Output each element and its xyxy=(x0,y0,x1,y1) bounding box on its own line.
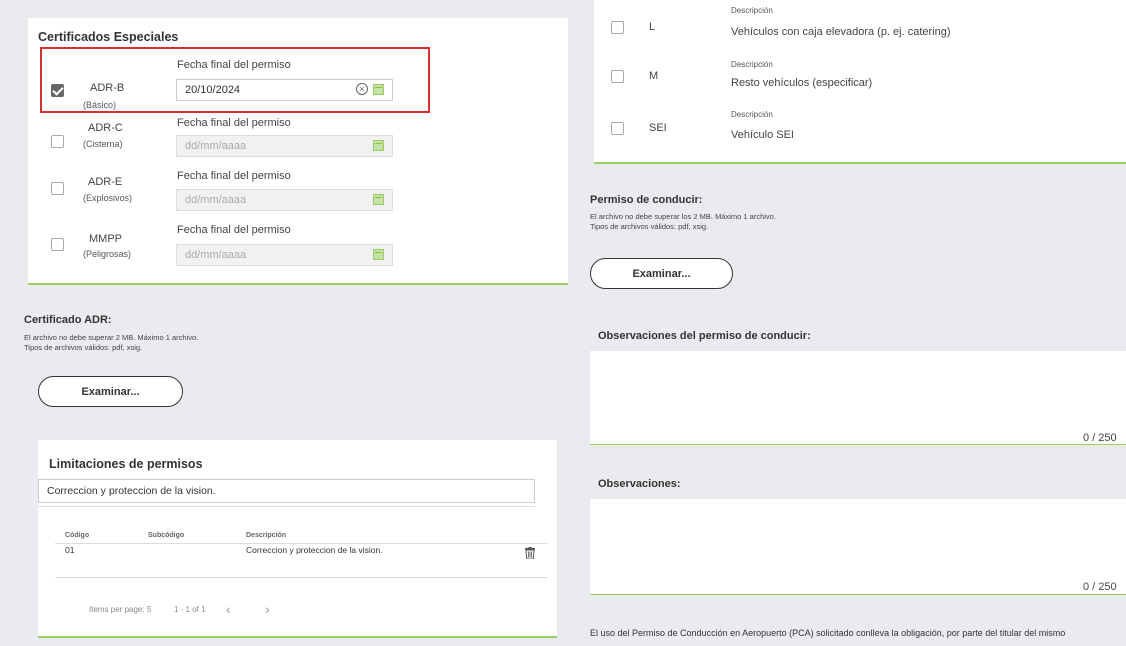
certificado-adr-note2: Tipos de archivos válidos: pdf, xsig. xyxy=(24,343,143,352)
adr-e-date-label: Fecha final del permiso xyxy=(177,170,291,182)
next-page-button[interactable]: › xyxy=(265,601,270,617)
table-divider xyxy=(38,506,535,507)
certificado-adr-title: Certificado ADR: xyxy=(24,314,112,326)
calendar-icon[interactable] xyxy=(373,194,384,205)
items-per-page-label: Items per page: xyxy=(89,605,145,614)
adr-e-date-input[interactable]: dd/mm/aaaa xyxy=(176,189,393,211)
col-descripcion: Descripción xyxy=(246,532,287,539)
pagination-range: 1 - 1 of 1 xyxy=(174,605,206,614)
adr-e-date-placeholder: dd/mm/aaaa xyxy=(185,194,247,206)
mmpp-date-label: Fecha final del permiso xyxy=(177,224,291,236)
calendar-icon[interactable] xyxy=(373,140,384,151)
mmpp-code: MMPP xyxy=(89,233,122,245)
delete-icon[interactable] xyxy=(525,546,535,560)
checkbox-vehiculo-l[interactable] xyxy=(611,21,624,34)
limitaciones-input[interactable]: Correccion y proteccion de la vision. xyxy=(38,479,535,503)
prev-page-button[interactable]: ‹ xyxy=(226,601,231,617)
examinar-permiso-button[interactable]: Examinar... xyxy=(590,258,733,289)
obs-permiso-title: Observaciones del permiso de conducir: xyxy=(598,330,811,342)
table-bottom-line xyxy=(55,577,548,578)
vehiculos-card: L Descripción Vehículos con caja elevado… xyxy=(594,0,1126,164)
row-codigo: 01 xyxy=(65,545,75,555)
certificado-adr-note1: El archivo no debe superar 2 MB. Máximo … xyxy=(24,333,199,342)
checkbox-vehiculo-sei[interactable] xyxy=(611,122,624,135)
highlight-box xyxy=(40,47,430,113)
vehiculo-sei-code: SEI xyxy=(649,122,667,134)
vehiculo-m-desc: Resto vehículos (especificar) xyxy=(731,77,873,89)
mmpp-date-input[interactable]: dd/mm/aaaa xyxy=(176,244,393,266)
adr-c-code: ADR-C xyxy=(88,122,123,134)
row-descripcion: Correccion y proteccion de la vision. xyxy=(246,545,383,555)
adr-e-code: ADR-E xyxy=(88,176,123,188)
limitaciones-card: Limitaciones de permisos Correccion y pr… xyxy=(38,440,557,638)
vehiculo-l-code: L xyxy=(649,21,656,33)
permiso-conducir-note2: Tipos de archivos válidos: pdf, xsig. xyxy=(590,222,709,231)
adr-c-date-label: Fecha final del permiso xyxy=(177,117,291,129)
col-subcodigo: Subcódigo xyxy=(148,532,185,539)
vehiculo-sei-desc-label: Descripción xyxy=(731,110,773,119)
certificados-title: Certificados Especiales xyxy=(38,30,179,44)
permiso-conducir-title: Permiso de conducir: xyxy=(590,194,703,206)
obs-permiso-textarea[interactable] xyxy=(590,351,1126,445)
mmpp-date-placeholder: dd/mm/aaaa xyxy=(185,249,247,261)
items-per-page-value[interactable]: 5 xyxy=(147,605,151,614)
checkbox-vehiculo-m[interactable] xyxy=(611,70,624,83)
adr-c-desc: (Cisterna) xyxy=(83,139,123,149)
calendar-icon[interactable] xyxy=(373,249,384,260)
observaciones-title: Observaciones: xyxy=(598,478,681,490)
permiso-conducir-note1: El archivo no debe superar los 2 MB. Máx… xyxy=(590,212,776,221)
adr-c-date-placeholder: dd/mm/aaaa xyxy=(185,140,247,152)
adr-c-date-input[interactable]: dd/mm/aaaa xyxy=(176,135,393,157)
pca-notice: El uso del Permiso de Conducción en Aero… xyxy=(590,628,1066,638)
checkbox-adr-c[interactable] xyxy=(51,135,64,148)
vehiculo-sei-desc: Vehículo SEI xyxy=(731,129,794,141)
vehiculo-l-desc-label: Descripción xyxy=(731,6,773,15)
adr-e-desc: (Explosivos) xyxy=(83,193,133,203)
checkbox-adr-e[interactable] xyxy=(51,182,64,195)
checkbox-mmpp[interactable] xyxy=(51,238,64,251)
vehiculo-m-desc-label: Descripción xyxy=(731,60,773,69)
vehiculo-m-code: M xyxy=(649,70,659,82)
vehiculo-l-desc: Vehículos con caja elevadora (p. ej. cat… xyxy=(731,26,951,38)
table-row: 01 Correccion y proteccion de la vision. xyxy=(55,544,548,576)
observaciones-textarea[interactable] xyxy=(590,499,1126,595)
examinar-adr-button[interactable]: Examinar... xyxy=(38,376,183,407)
limitaciones-title: Limitaciones de permisos xyxy=(49,457,203,471)
observaciones-counter: 0 / 250 xyxy=(1083,581,1117,593)
mmpp-desc: (Peligrosas) xyxy=(83,249,132,259)
col-codigo: Código xyxy=(65,532,90,539)
obs-permiso-counter: 0 / 250 xyxy=(1083,432,1117,444)
